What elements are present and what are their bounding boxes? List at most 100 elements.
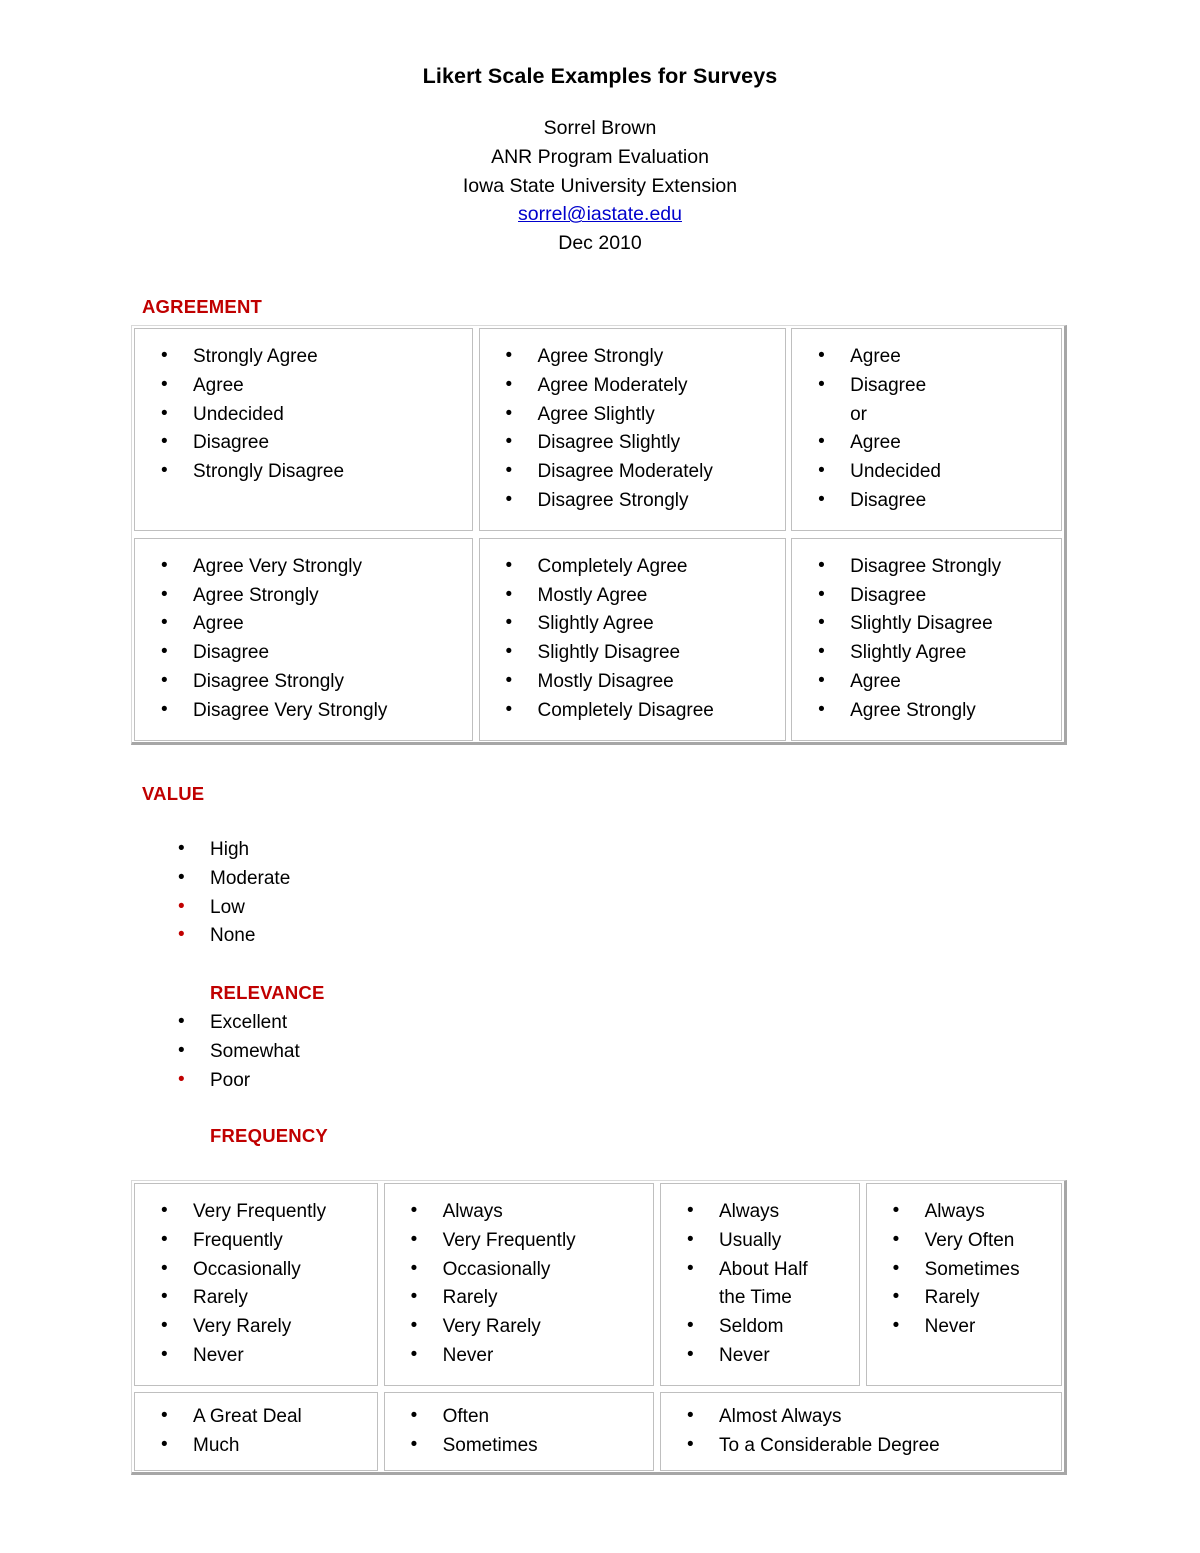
list-item: Slightly Agree	[810, 638, 1055, 668]
list-item: High	[170, 835, 290, 865]
list-item: Agree	[810, 428, 1055, 458]
list-item: About Half	[679, 1255, 853, 1285]
list-item: Undecided	[153, 400, 466, 430]
list-item: Very Rarely	[403, 1312, 648, 1342]
page-title: Likert Scale Examples for Surveys	[422, 64, 778, 88]
table-cell: Strongly AgreeAgreeUndecidedDisagreeStro…	[134, 328, 473, 531]
list-item: Sometimes	[885, 1255, 1055, 1285]
list-item: To a Considerable Degree	[679, 1431, 1055, 1461]
bullet-list: Completely AgreeMostly AgreeSlightly Agr…	[498, 552, 779, 726]
byline-block: Sorrel Brown ANR Program Evaluation Iowa…	[0, 89, 1200, 258]
list-item: Very Frequently	[153, 1197, 371, 1227]
table-cell: Agree StronglyAgree ModeratelyAgree Slig…	[478, 328, 786, 531]
list-item: Agree Strongly	[153, 581, 466, 611]
list-item: Strongly Agree	[153, 342, 466, 372]
bullet-list: OftenSometimes	[403, 1402, 648, 1461]
list-item: Disagree Slightly	[498, 428, 779, 458]
email-link[interactable]: sorrel@iastate.edu	[518, 203, 682, 225]
list-item: Occasionally	[153, 1255, 371, 1285]
list-item: Somewhat	[170, 1037, 300, 1067]
list-item: Agree Slightly	[498, 400, 779, 430]
list-item: Disagree Moderately	[498, 457, 779, 487]
document-page: Likert Scale Examples for Surveys Sorrel…	[0, 0, 1200, 1553]
table-cell: AlwaysUsuallyAbout Halfthe Time SeldomNev…	[659, 1183, 860, 1386]
list-item: Very Frequently	[403, 1226, 648, 1256]
bullet-list: A Great DealMuch	[153, 1402, 371, 1461]
list-item: or	[850, 403, 868, 425]
list-item: Agree Strongly	[498, 342, 779, 372]
table-cell: A Great DealMuch	[134, 1391, 378, 1472]
list-item: Disagree	[810, 486, 1055, 516]
table-row: Agree Very StronglyAgree StronglyAgreeDi…	[134, 537, 1062, 741]
bullet-list: Almost AlwaysTo a Considerable Degree	[679, 1402, 1055, 1461]
program-name: ANR Program Evaluation	[491, 145, 709, 168]
list-item: Slightly Disagree	[810, 609, 1055, 639]
bullet-list: AgreeDisagreeorAgreeUndecidedDisagree	[810, 342, 1055, 516]
list-item: Disagree Strongly	[498, 486, 779, 516]
list-item: Agree Moderately	[498, 371, 779, 401]
list-item: Very Rarely	[153, 1312, 371, 1342]
table-cell: AgreeDisagreeorAgreeUndecidedDisagree	[791, 328, 1062, 531]
list-item: Completely Disagree	[498, 696, 779, 726]
bullet-list: Strongly AgreeAgreeUndecidedDisagreeStro…	[153, 342, 466, 487]
list-item: Much	[153, 1431, 371, 1461]
section-heading-frequency: FREQUENCY	[210, 1125, 328, 1146]
list-item: Disagree Strongly	[153, 667, 466, 697]
list-item: Disagree	[810, 581, 1055, 611]
table-row: A Great DealMuch OftenSometimes Almost A…	[134, 1391, 1062, 1472]
list-item: Poor	[170, 1066, 300, 1096]
list-item: Sometimes	[403, 1431, 648, 1461]
institution-name: Iowa State University Extension	[462, 174, 738, 197]
list-item: Disagree Very Strongly	[153, 696, 466, 726]
list-item: Agree	[810, 342, 1055, 372]
list-item: Mostly Disagree	[498, 667, 779, 697]
list-item: Slightly Disagree	[498, 638, 779, 668]
list-item: Moderate	[170, 864, 290, 894]
table-cell: OftenSometimes	[383, 1391, 655, 1472]
bullet-list: Agree Very StronglyAgree StronglyAgreeDi…	[153, 552, 466, 726]
bullet-list: AlwaysUsuallyAbout Halfthe Time SeldomNev…	[679, 1197, 853, 1371]
table-cell: Completely AgreeMostly AgreeSlightly Agr…	[478, 537, 786, 741]
document-date: Dec 2010	[558, 232, 642, 255]
list-item: Completely Agree	[498, 552, 779, 582]
list-item: Never	[679, 1341, 853, 1371]
frequency-table-frame: Very FrequentlyFrequentlyOccasionallyRar…	[131, 1180, 1067, 1476]
list-item: Rarely	[403, 1283, 648, 1313]
list-item: Never	[153, 1341, 371, 1371]
agreement-table: Strongly AgreeAgreeUndecidedDisagreeStro…	[134, 328, 1062, 741]
list-item: Rarely	[153, 1283, 371, 1313]
frequency-table: Very FrequentlyFrequentlyOccasionallyRar…	[134, 1183, 1062, 1472]
table-cell: AlwaysVery FrequentlyOccasionallyRarelyV…	[383, 1183, 655, 1386]
table-cell: Very FrequentlyFrequentlyOccasionallyRar…	[134, 1183, 378, 1386]
list-item: Always	[885, 1197, 1055, 1227]
section-heading-agreement: AGREEMENT	[142, 296, 262, 317]
table-cell: Almost AlwaysTo a Considerable Degree	[659, 1391, 1062, 1472]
document-header: Likert Scale Examples for Surveys Sorrel…	[0, 0, 1200, 258]
list-item: Agree Very Strongly	[153, 552, 466, 582]
list-item: Mostly Agree	[498, 581, 779, 611]
list-item: Disagree	[153, 428, 466, 458]
section-heading-relevance: RELEVANCE	[210, 982, 325, 1003]
list-item: Never	[403, 1341, 648, 1371]
section-heading-value: VALUE	[142, 783, 205, 804]
table-row: Strongly AgreeAgreeUndecidedDisagreeStro…	[134, 328, 1062, 531]
agreement-table-frame: Strongly AgreeAgreeUndecidedDisagreeStro…	[131, 325, 1067, 745]
bullet-list: Very FrequentlyFrequentlyOccasionallyRar…	[153, 1197, 371, 1371]
list-item: Usually	[679, 1226, 853, 1256]
list-item: Never	[885, 1312, 1055, 1342]
list-item: Very Often	[885, 1226, 1055, 1256]
list-item: Almost Always	[679, 1402, 1055, 1432]
table-row: Very FrequentlyFrequentlyOccasionallyRar…	[134, 1183, 1062, 1386]
bullet-list: AlwaysVery FrequentlyOccasionallyRarelyV…	[403, 1197, 648, 1371]
list-item: Disagree	[153, 638, 466, 668]
list-item: None	[170, 921, 290, 951]
list-item: Always	[679, 1197, 853, 1227]
list-item: Disagree	[810, 371, 1055, 401]
list-item: Frequently	[153, 1226, 371, 1256]
list-item: Slightly Agree	[498, 609, 779, 639]
list-item: Seldom	[679, 1312, 853, 1342]
list-item: A Great Deal	[153, 1402, 371, 1432]
list-item: Always	[403, 1197, 648, 1227]
list-item: the Time	[718, 1287, 792, 1309]
list-item: Excellent	[170, 1008, 300, 1038]
